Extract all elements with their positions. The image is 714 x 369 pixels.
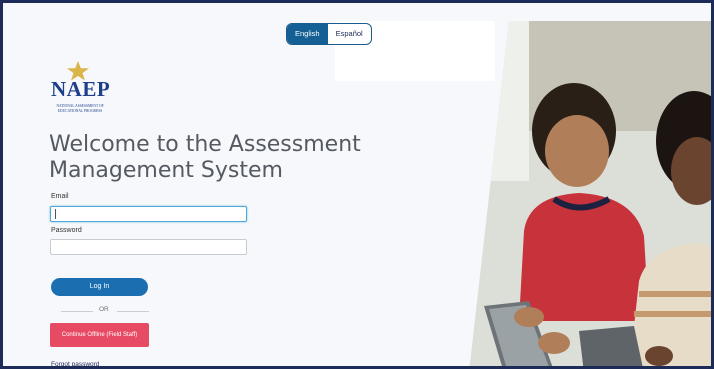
continue-offline-button[interactable]: Continue Offline (Field Staff) (50, 323, 149, 347)
divider-line-left (61, 311, 93, 312)
password-field[interactable] (50, 239, 247, 255)
divider-line-right (117, 311, 149, 312)
login-button[interactable]: Log In (51, 278, 148, 296)
or-label: OR (99, 306, 109, 313)
text-caret (55, 209, 56, 219)
forgot-password-link[interactable]: Forgot password (51, 361, 99, 366)
english-button[interactable]: English (287, 24, 328, 44)
app-frame: English Español NAEP NATIONAL ASSESSMENT… (0, 0, 714, 369)
or-divider: OR (61, 306, 149, 316)
logo-wordmark: NAEP (51, 77, 111, 101)
logo-subtitle: NATIONAL ASSESSMENT OF EDUCATIONAL PROGR… (56, 104, 104, 113)
naep-logo: NAEP NATIONAL ASSESSMENT OF EDUCATIONAL … (51, 61, 113, 113)
spanish-button[interactable]: Español (328, 24, 371, 44)
email-field[interactable] (50, 206, 247, 222)
email-label: Email (51, 193, 69, 200)
language-toggle[interactable]: English Español (286, 23, 372, 45)
students-photo (469, 21, 711, 366)
password-label: Password (51, 227, 82, 234)
students-illustration (469, 21, 711, 366)
page-title: Welcome to the Assessment Management Sys… (49, 132, 361, 183)
